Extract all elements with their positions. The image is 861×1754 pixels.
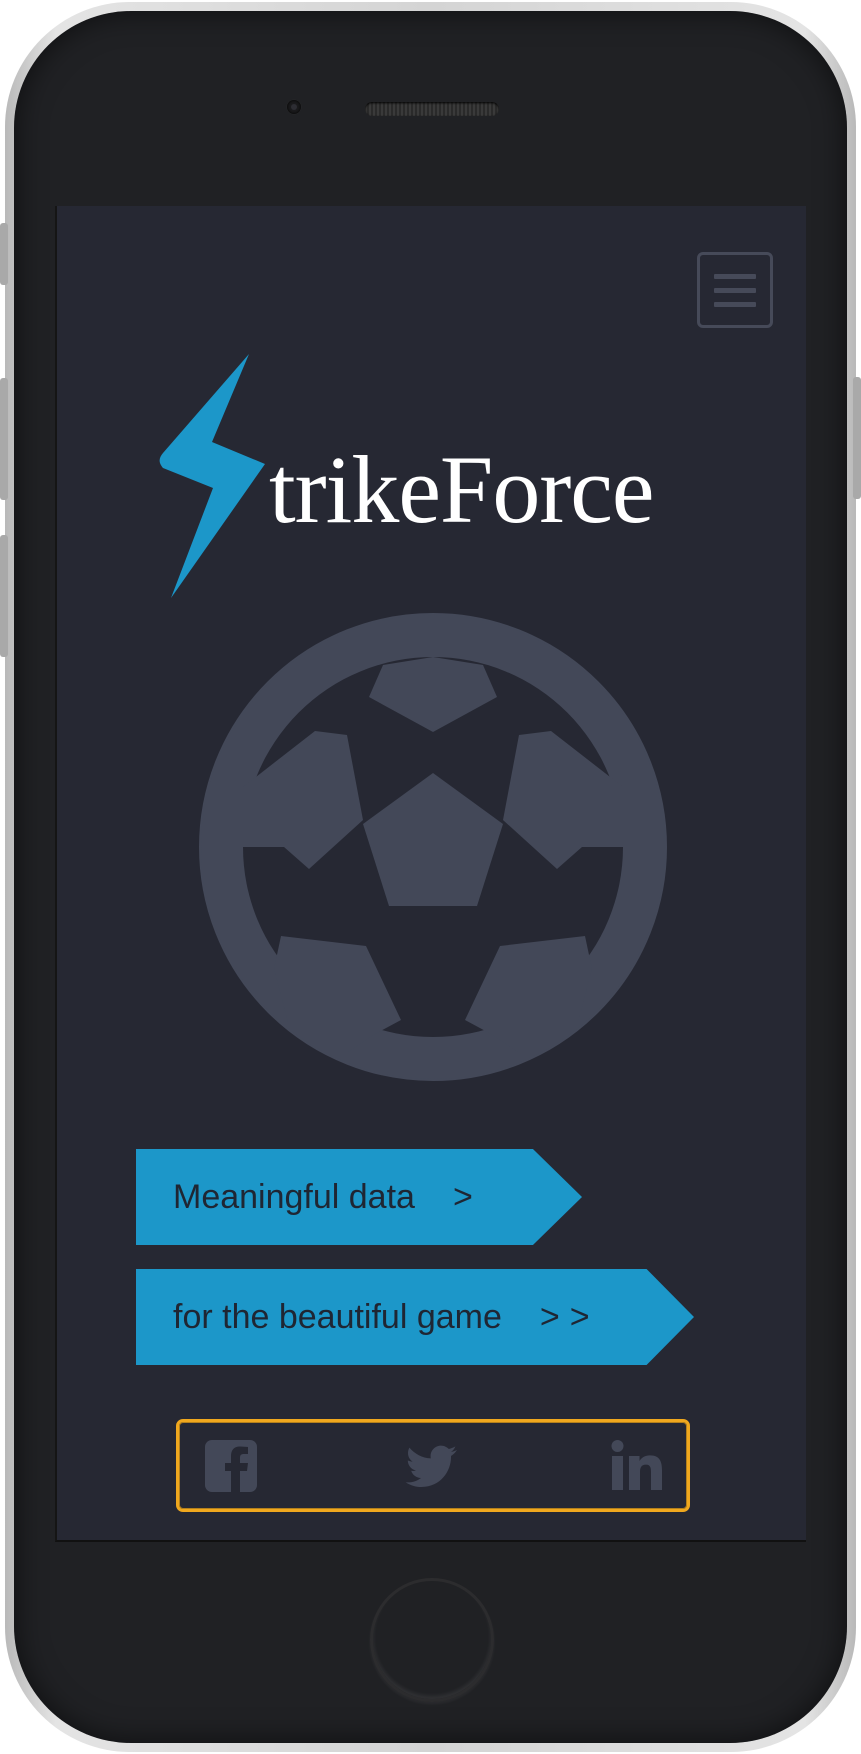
menu-bar-2 (714, 287, 756, 293)
power-button (853, 377, 861, 499)
front-camera (287, 100, 301, 114)
double-chevron-right-icon: >> (539, 1297, 600, 1336)
facebook-icon[interactable] (203, 1438, 259, 1494)
cta-label: Meaningful data (173, 1177, 415, 1216)
brand-logo[interactable]: trikeForce (153, 352, 753, 602)
hamburger-menu-button[interactable] (697, 252, 773, 328)
twitter-icon[interactable] (405, 1438, 461, 1494)
earpiece-speaker (365, 102, 499, 116)
beautiful-game-button[interactable]: for the beautiful game >> (136, 1269, 694, 1365)
mute-switch (0, 223, 8, 285)
meaningful-data-button[interactable]: Meaningful data > (136, 1149, 582, 1245)
linkedin-icon[interactable] (609, 1438, 665, 1494)
social-links-bar (176, 1419, 690, 1512)
volume-down-button (0, 535, 8, 657)
screen: trikeForce Meaningful data > for the bea… (55, 206, 806, 1542)
menu-bar-3 (714, 301, 756, 307)
home-button[interactable] (370, 1578, 494, 1702)
brand-name: trikeForce (269, 436, 654, 543)
volume-up-button (0, 378, 8, 500)
cta-label: for the beautiful game (173, 1297, 502, 1336)
menu-bar-1 (714, 273, 756, 279)
chevron-right-icon: > (452, 1177, 483, 1216)
soccer-ball-icon (199, 613, 667, 1081)
lightning-bolt-icon (159, 354, 265, 598)
